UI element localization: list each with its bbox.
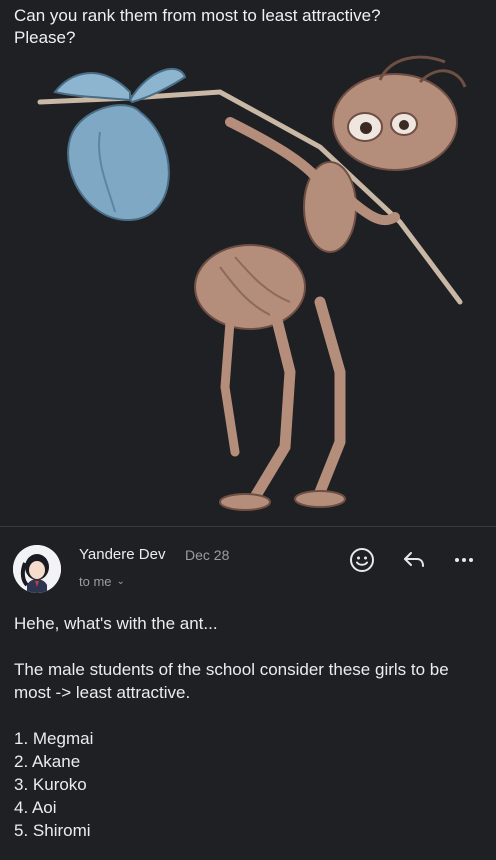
message-divider <box>0 526 496 527</box>
message-paragraph: The male students of the school consider… <box>14 660 449 702</box>
reply-icon[interactable] <box>400 546 428 574</box>
list-item: 4. Aoi <box>14 798 57 817</box>
previous-message: Can you rank them from most to least att… <box>0 0 496 526</box>
emoji-icon[interactable] <box>348 546 376 574</box>
message-body: Hehe, what's with the ant... The male st… <box>14 612 484 842</box>
list-item: 1. Megmai <box>14 729 94 748</box>
more-icon[interactable] <box>450 546 478 574</box>
recipient-details[interactable]: to me ⌄ <box>79 574 125 589</box>
ant-with-bindle-image <box>37 55 467 511</box>
recipient-label: to me <box>79 574 112 589</box>
avatar-image <box>13 545 61 593</box>
chevron-down-icon: ⌄ <box>116 576 125 587</box>
list-item: 3. Kuroko <box>14 775 87 794</box>
sender-name[interactable]: Yandere Dev <box>79 546 165 563</box>
message-greeting: Hehe, what's with the ant... <box>14 614 218 633</box>
message-date: Dec 28 <box>185 547 230 563</box>
list-item: 5. Shiromi <box>14 821 91 840</box>
avatar[interactable] <box>13 545 61 593</box>
previous-message-text: Can you rank them from most to least att… <box>14 6 381 47</box>
list-item: 2. Akane <box>14 752 81 771</box>
